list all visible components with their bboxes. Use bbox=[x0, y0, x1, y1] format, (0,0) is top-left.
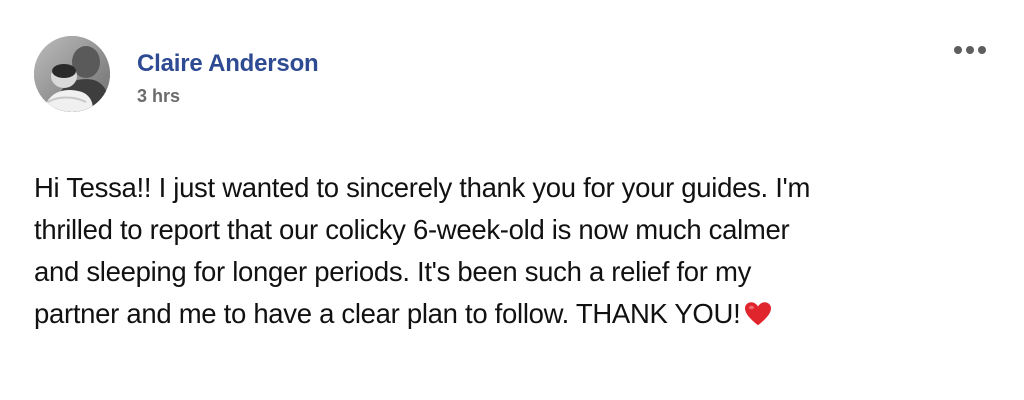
author-name[interactable]: Claire Anderson bbox=[137, 50, 319, 78]
post-card: Claire Anderson 3 hrs Hi Tessa!! I just … bbox=[0, 0, 1024, 400]
profile-photo bbox=[34, 36, 110, 112]
post-body-line: thrilled to report that our colicky 6-we… bbox=[34, 214, 790, 245]
avatar[interactable] bbox=[34, 36, 110, 112]
more-horizontal-icon bbox=[954, 46, 962, 54]
post-body-line: and sleeping for longer periods. It's be… bbox=[34, 256, 752, 287]
post-timestamp[interactable]: 3 hrs bbox=[137, 85, 180, 107]
more-options-button[interactable] bbox=[946, 38, 994, 62]
post-body: Hi Tessa!! I just wanted to sincerely th… bbox=[34, 167, 994, 335]
red-heart-icon bbox=[745, 302, 772, 326]
more-horizontal-icon bbox=[978, 46, 986, 54]
post-body-line-last: partner and me to have a clear plan to f… bbox=[34, 293, 994, 335]
post-body-line: Hi Tessa!! I just wanted to sincerely th… bbox=[34, 172, 811, 203]
post-body-line-text: partner and me to have a clear plan to f… bbox=[34, 298, 741, 329]
more-horizontal-icon bbox=[966, 46, 974, 54]
